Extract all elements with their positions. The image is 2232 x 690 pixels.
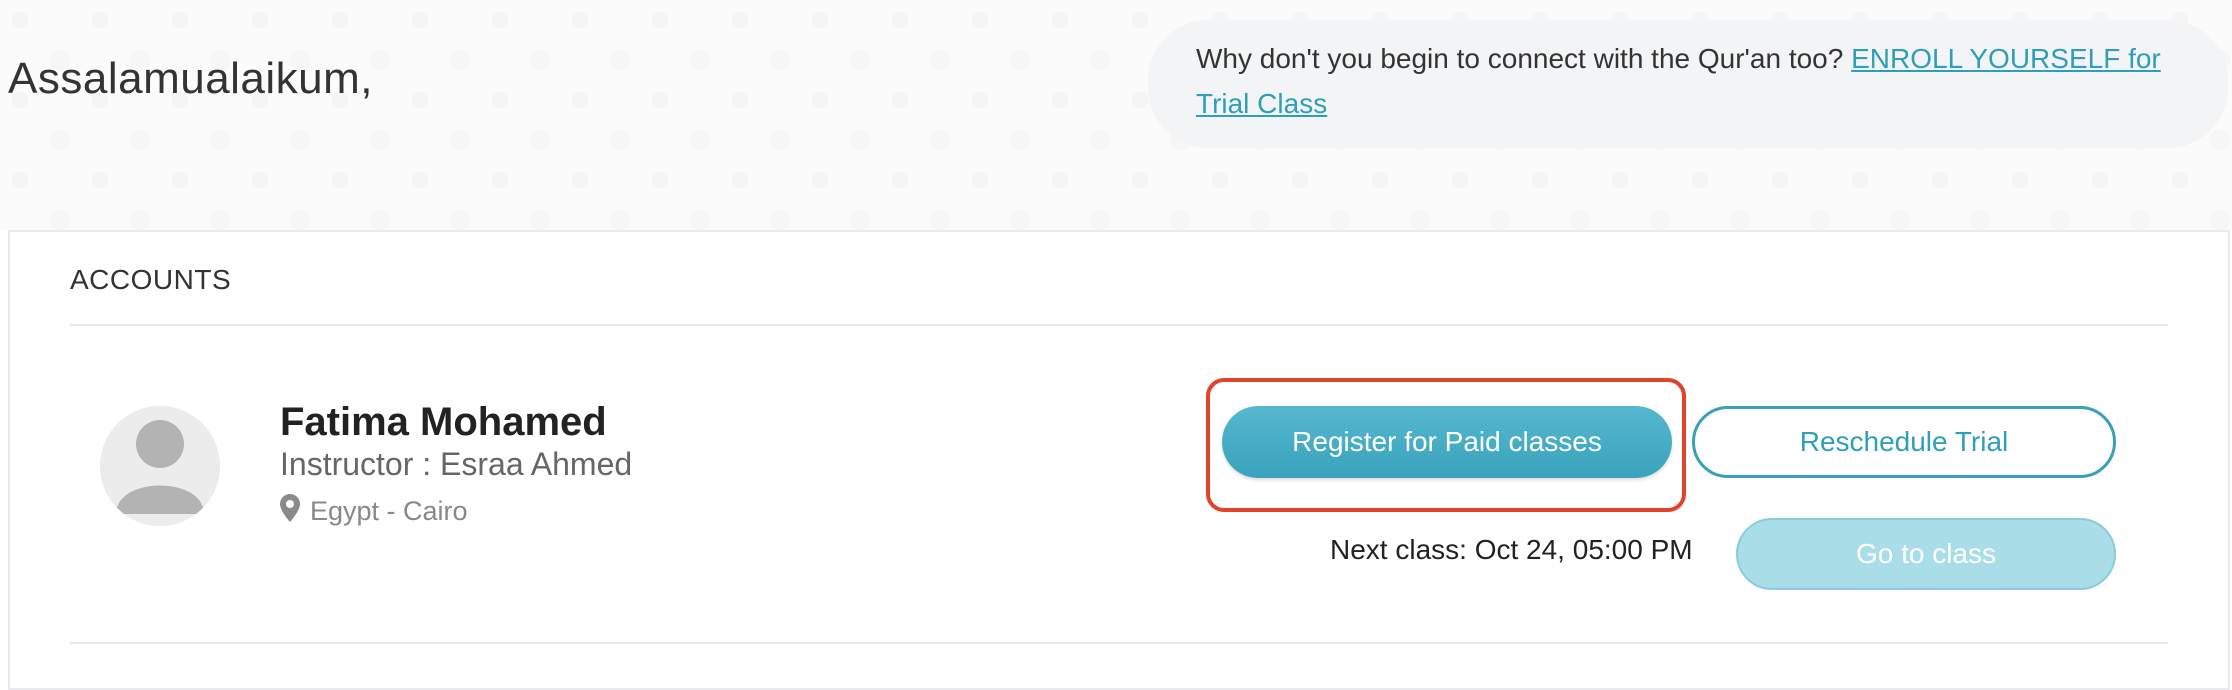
greeting-text: Assalamualaikum, — [8, 54, 374, 103]
user-placeholder-icon — [100, 406, 220, 526]
register-paid-classes-button[interactable]: Register for Paid classes — [1222, 406, 1672, 478]
student-name: Fatima Mohamed — [280, 400, 607, 444]
map-pin-icon — [280, 494, 300, 529]
accounts-divider-bottom — [70, 642, 2168, 644]
trial-cta-message: Why don't you begin to connect with the … — [1196, 43, 1852, 74]
location-label: Egypt - Cairo — [310, 496, 468, 526]
next-class-info: Next class: Oct 24, 05:00 PM — [1330, 534, 1693, 565]
accounts-card: ACCOUNTS Fatima Mohamed Instructor : Esr… — [8, 230, 2230, 690]
accounts-divider-top — [70, 324, 2168, 326]
accounts-heading: ACCOUNTS — [70, 264, 232, 295]
instructor-name: Instructor : Esraa Ahmed — [280, 446, 633, 482]
reschedule-trial-button[interactable]: Reschedule Trial — [1692, 406, 2116, 478]
trial-cta-banner: Why don't you begin to connect with the … — [1148, 20, 2228, 148]
student-location: Egypt - Cairo — [280, 494, 468, 529]
trial-cta-text: Why don't you begin to connect with the … — [1196, 36, 2196, 126]
go-to-class-button[interactable]: Go to class — [1736, 518, 2116, 590]
